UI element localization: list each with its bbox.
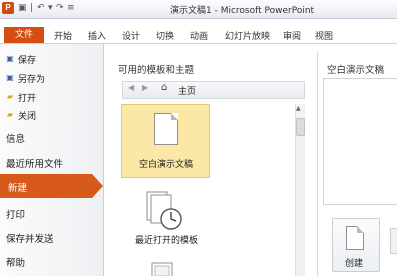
templates-heading: 可用的模板和主题 — [118, 65, 195, 76]
open-folder-icon: ▰ — [6, 92, 14, 101]
nav-save-as[interactable]: 另存为 — [18, 72, 45, 85]
undo-dropdown-icon[interactable]: ▾ — [48, 3, 53, 14]
customize-toolbar-icon[interactable]: ≡ — [67, 3, 75, 14]
nav-info[interactable]: 信息 — [6, 131, 25, 145]
undo-icon[interactable]: ↶ — [37, 3, 45, 14]
create-document-icon — [346, 226, 364, 250]
save-icon: ▣ — [6, 54, 14, 63]
path-home-label[interactable]: 主页 — [178, 84, 196, 97]
nav-save[interactable]: 保存 — [18, 53, 36, 66]
blank-document-icon — [154, 113, 178, 145]
nav-save-send[interactable]: 保存并发送 — [6, 231, 54, 245]
scrollbar-thumb[interactable] — [296, 118, 305, 136]
create-button-label: 创建 — [345, 259, 364, 269]
window-title: 演示文稿1 - Microsoft PowerPoint — [170, 6, 315, 16]
tab-view[interactable]: 视图 — [315, 29, 333, 42]
nav-print[interactable]: 打印 — [6, 207, 25, 221]
scroll-up-arrow-icon[interactable]: ▲ — [296, 105, 301, 112]
secondary-action-button[interactable] — [390, 228, 397, 254]
tab-slide-show[interactable]: 幻灯片放映 — [225, 29, 270, 42]
close-file-icon: ▰ — [6, 110, 14, 119]
redo-icon[interactable]: ↷ — [56, 3, 64, 14]
preview-heading: 空白演示文稿 — [327, 65, 385, 76]
nav-recent[interactable]: 最近所用文件 — [6, 156, 63, 170]
forward-arrow-icon[interactable]: ▶ — [142, 83, 148, 92]
nav-open[interactable]: 打开 — [18, 91, 36, 104]
tab-home[interactable]: 开始 — [54, 29, 72, 42]
template-tile-label: 空白演示文稿 — [139, 160, 194, 170]
template-path-bar — [122, 81, 305, 99]
panel-divider — [317, 52, 318, 276]
nav-close[interactable]: 关闭 — [18, 109, 36, 122]
home-icon[interactable]: ⌂ — [161, 82, 167, 93]
preview-thumbnail — [323, 78, 397, 205]
tab-review[interactable]: 审阅 — [283, 29, 301, 42]
sample-templates-icon[interactable] — [151, 262, 173, 276]
tab-transitions[interactable]: 切换 — [156, 29, 174, 42]
nav-new-label: 新建 — [8, 183, 28, 194]
recent-templates-clock-icon[interactable] — [145, 190, 183, 232]
back-arrow-icon[interactable]: ◀ — [128, 83, 134, 92]
tab-animations[interactable]: 动画 — [190, 29, 208, 42]
separator-icon: | — [30, 3, 34, 13]
save-icon[interactable]: ▣ — [18, 3, 27, 14]
tab-design[interactable]: 设计 — [122, 29, 140, 42]
powerpoint-logo-icon[interactable]: P — [2, 2, 14, 14]
tab-file[interactable]: 文件 — [4, 27, 44, 43]
save-as-icon: ▣ — [6, 73, 14, 82]
template-tile-label: 最近打开的模板 — [135, 236, 199, 246]
tab-insert[interactable]: 插入 — [88, 29, 106, 42]
nav-new[interactable]: 新建 — [0, 174, 103, 198]
nav-help[interactable]: 帮助 — [6, 255, 25, 269]
